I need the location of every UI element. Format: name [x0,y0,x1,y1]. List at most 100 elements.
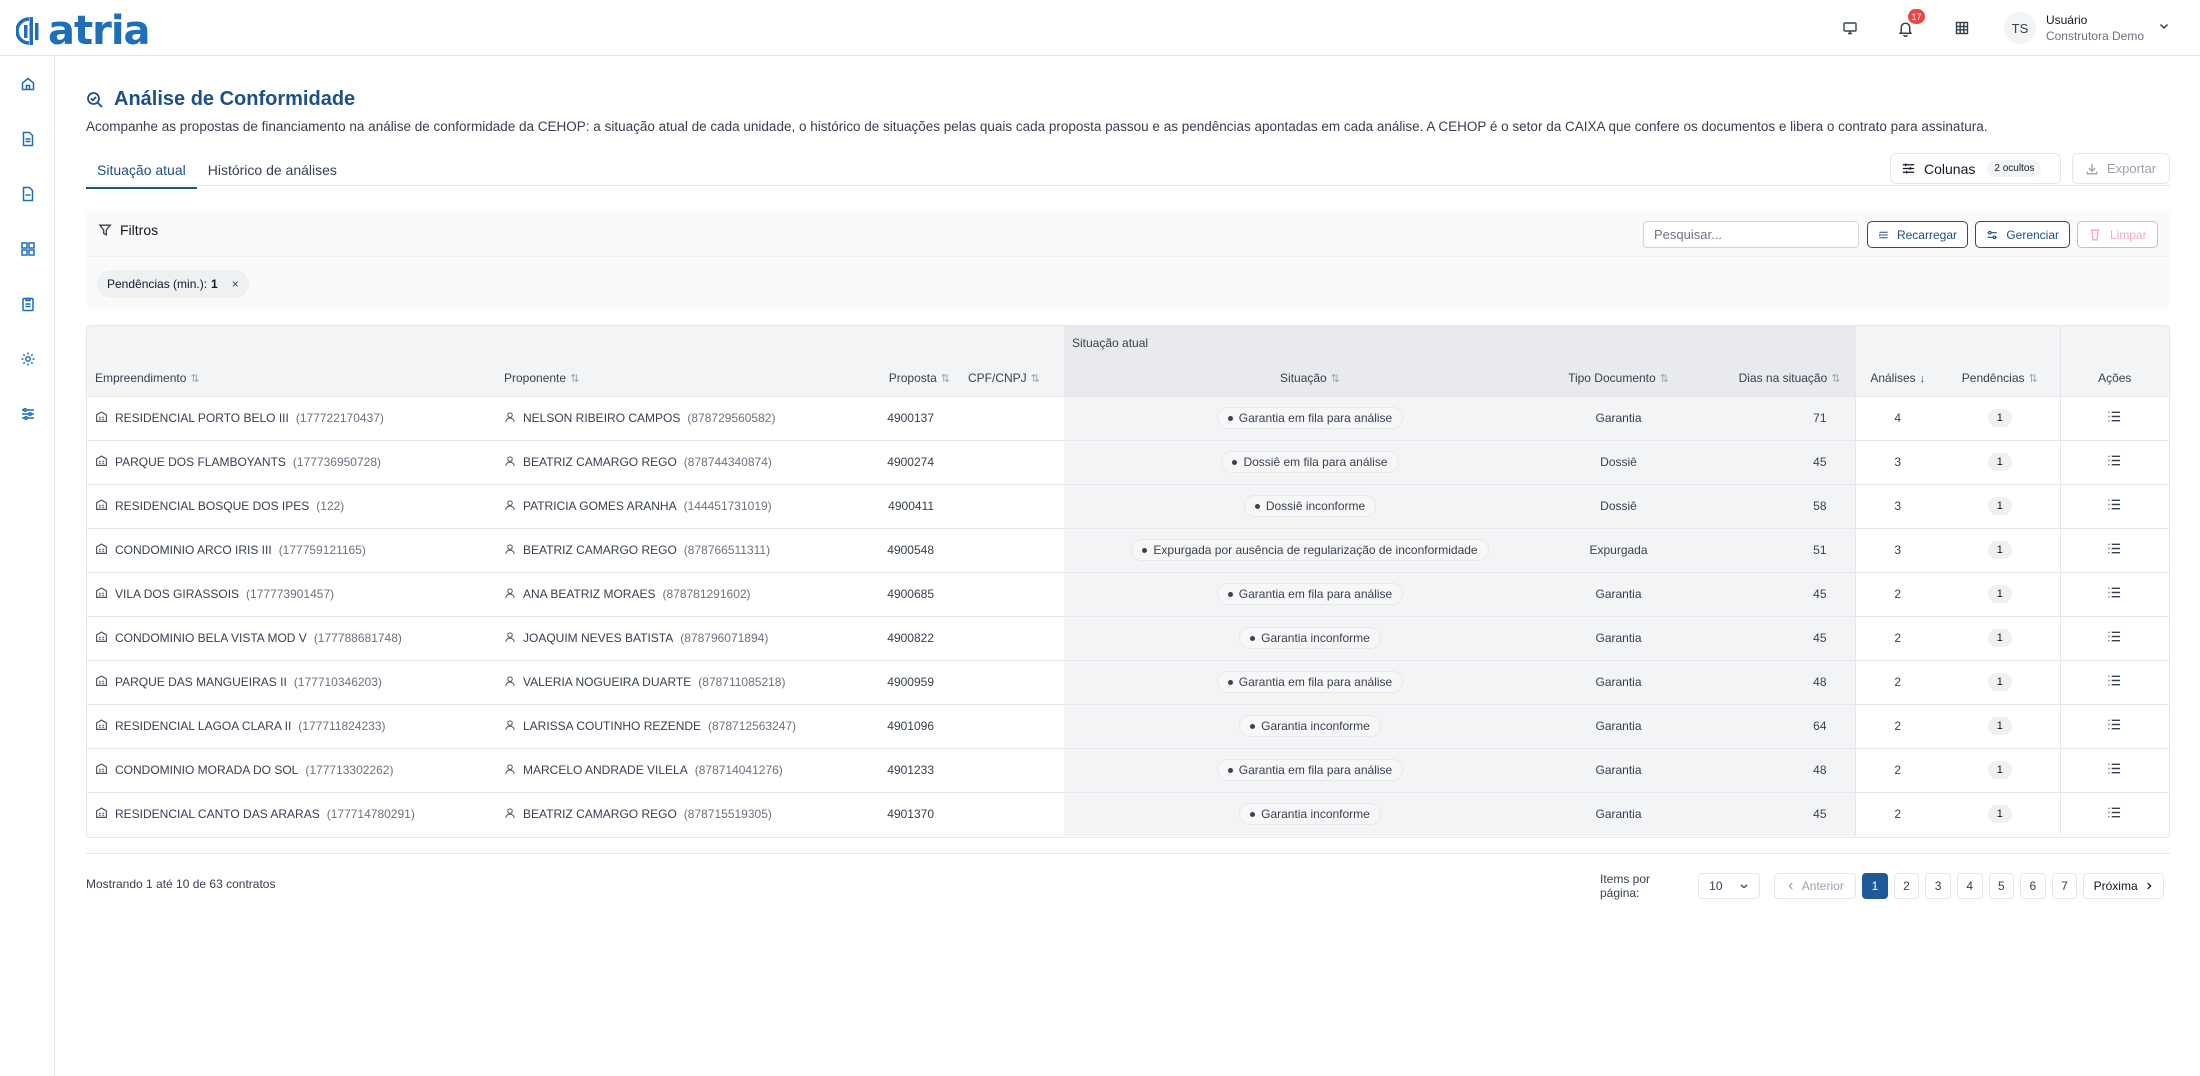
actions-list-icon[interactable] [2107,719,2122,734]
cell-cpf-cnpj [954,791,1064,836]
page-button-6[interactable]: 6 [2020,873,2046,899]
avatar[interactable]: TS [2003,12,2036,44]
table-row[interactable]: CONDOMINIO ARCO IRIS III (177759121165) BE… [87,527,2169,572]
export-label: Exportar [2107,161,2157,176]
actions-list-icon[interactable] [2107,807,2122,822]
page-button-5[interactable]: 5 [1988,873,2015,899]
page-button-2[interactable]: 2 [1893,873,1920,899]
next-label: Próxima [2093,879,2138,893]
sort-icon[interactable]: ⇅ [1660,373,1669,385]
status-badge: Garantia em fila para análise [1216,671,1404,693]
user-menu[interactable]: Usuário Construtora Demo [2046,12,2144,44]
page-button-7[interactable]: 7 [2051,873,2078,899]
cell-cpf-cnpj [954,747,1064,792]
actions-list-icon[interactable] [2107,543,2122,558]
column-header-proposta[interactable]: Proposta ⇅ [871,360,954,396]
chevron-down-icon[interactable] [2158,19,2170,37]
actions-list-icon[interactable] [2107,499,2122,514]
sort-icon[interactable]: ⇅ [1831,373,1840,385]
filter-panel: Filtros Recarregar Gerenciar Limpar Pend… [86,209,2170,309]
cell-analises: 2 [1854,571,1940,616]
sidebar-item-home[interactable] [0,56,55,111]
empreendimento-code: (177711824233) [298,719,386,733]
actions-list-icon[interactable] [2107,675,2122,690]
next-page-button[interactable]: Próxima [2083,873,2164,899]
building-icon [95,806,108,822]
chip-remove-button[interactable]: × [232,277,239,291]
search-input[interactable] [1643,221,1859,248]
monitor-icon[interactable] [1822,0,1878,56]
clear-button[interactable]: Limpar [2077,221,2158,248]
cell-dias-na-situacao: 58 [1681,483,1855,528]
table-row[interactable]: RESIDENCIAL PORTO BELO III (177722170437)… [87,395,2169,440]
status-label: Dossiê em fila para análise [1243,455,1388,469]
actions-list-icon[interactable] [2107,763,2122,778]
sidebar-item-files[interactable] [0,166,55,221]
cell-tipo-documento: Dossiê [1556,439,1681,484]
status-label: Expurgada por ausência de regularização … [1153,543,1478,557]
column-header-pendencias[interactable]: Pendências ⇅ [1940,360,2060,396]
notifications-button[interactable]: 17 [1878,0,1934,56]
table-row[interactable]: CONDOMINIO BELA VISTA MOD V (177788681748… [87,615,2169,660]
cell-acoes [2059,747,2169,792]
column-header-cpf-cnpj[interactable]: CPF/CNPJ ⇅ [954,360,1064,396]
column-header-analises[interactable]: Análises ↓ [1854,360,1940,396]
building-icon[interactable] [1934,0,1990,56]
filter-header: Filtros Recarregar Gerenciar Limpar [86,209,2170,257]
table-row[interactable]: RESIDENCIAL BOSQUE DOS IPES (122) PATRICIA… [87,483,2169,528]
sidebar-item-settings[interactable] [0,331,55,386]
actions-list-icon[interactable] [2107,631,2122,646]
sort-icon[interactable]: ⇅ [190,373,199,385]
sort-icon[interactable]: ⇅ [570,373,579,385]
page-button-3[interactable]: 3 [1925,873,1951,899]
cell-pendencias: 1 [1940,395,2060,440]
export-button[interactable]: Exportar [2072,153,2170,184]
manage-button[interactable]: Gerenciar [1975,221,2070,248]
sidebar-item-documents[interactable] [0,111,55,166]
cell-tipo-documento: Expurgada [1556,527,1681,572]
user-icon [504,763,516,778]
cell-proposta: 4901370 [871,791,954,836]
cell-dias-na-situacao: 45 [1681,791,1855,836]
cell-analises: 4 [1854,395,1940,440]
table-row[interactable]: RESIDENCIAL CANTO DAS ARARAS (17771478029… [87,791,2169,836]
sidebar-item-dashboard[interactable] [0,221,55,276]
status-label: Garantia inconforme [1261,719,1370,733]
column-header-tipo-documento[interactable]: Tipo Documento ⇅ [1556,360,1681,396]
contracts-table: Situação atual Empreendimento ⇅ Proponent… [86,325,2170,838]
atria-logo[interactable]: atria [16,8,151,54]
building-icon [95,498,108,514]
table-row[interactable]: RESIDENCIAL LAGOA CLARA II (177711824233)… [87,703,2169,748]
filter-title[interactable]: Filtros [98,222,158,238]
tab-situacao-atual[interactable]: Situação atual [86,154,197,189]
sidebar-item-clipboard[interactable] [0,276,55,331]
cell-analises: 2 [1854,703,1940,748]
column-header-proponente[interactable]: Proponente ⇅ [488,360,871,396]
sort-desc-icon[interactable]: ↓ [1920,373,1926,385]
column-header-dias-na-situacao[interactable]: Dias na situação ⇅ [1681,360,1855,396]
sort-icon[interactable]: ⇅ [941,373,950,385]
page-button-4[interactable]: 4 [1956,873,1983,899]
table-row[interactable]: PARQUE DAS MANGUEIRAS II (177710346203) VA… [87,659,2169,704]
actions-list-icon[interactable] [2107,587,2122,602]
columns-button[interactable]: Colunas 2 ocultos [1890,153,2061,184]
table-row[interactable]: VILA DOS GIRASSOIS (177773901457) ANA BEAT… [87,571,2169,616]
actions-list-icon[interactable] [2107,455,2122,470]
table-row[interactable]: PARQUE DOS FLAMBOYANTS (177736950728) BEAT… [87,439,2169,484]
page-button-1[interactable]: 1 [1862,873,1888,899]
pagination-info: Mostrando 1 até 10 de 63 contratos [86,877,276,891]
sidebar-item-adjustments[interactable] [0,386,55,441]
table-row[interactable]: CONDOMINIO MORADA DO SOL (177713302262) MA… [87,747,2169,792]
sort-icon[interactable]: ⇅ [1331,373,1340,385]
sort-icon[interactable]: ⇅ [1031,373,1040,385]
actions-list-icon[interactable] [2107,411,2122,426]
group-header-blank [87,326,1064,360]
column-header-empreendimento[interactable]: Empreendimento ⇅ [87,360,488,396]
cell-cpf-cnpj [954,527,1064,572]
tab-historico-analises[interactable]: Histórico de análises [197,154,348,189]
column-header-situacao[interactable]: Situação ⇅ [1064,360,1556,396]
reload-button[interactable]: Recarregar [1867,221,1968,248]
per-page-select[interactable]: 10 [1698,873,1760,899]
sort-icon[interactable]: ⇅ [2029,373,2038,385]
previous-page-button[interactable]: Anterior [1773,873,1857,899]
